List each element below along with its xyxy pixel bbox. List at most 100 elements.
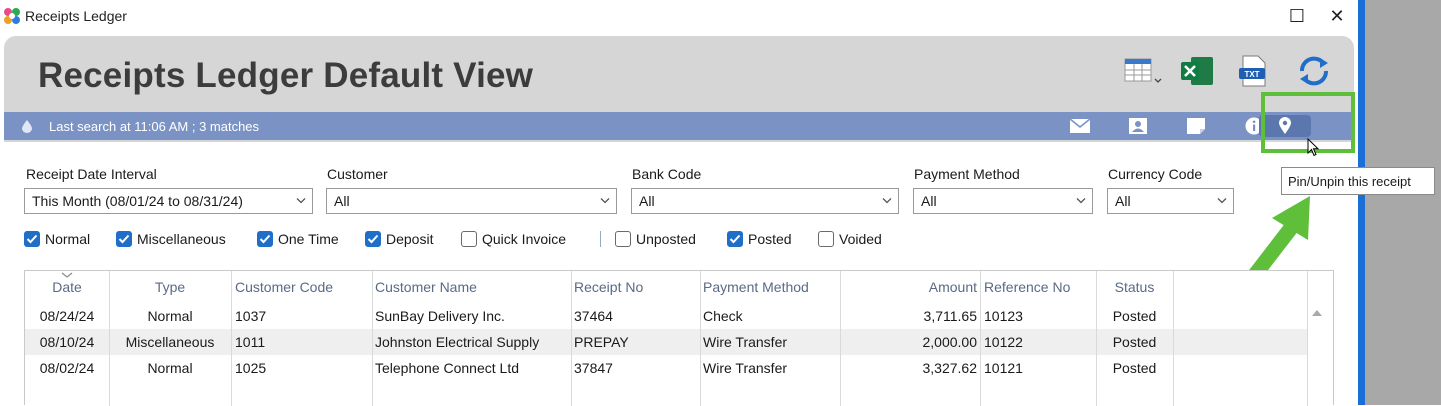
contact-button[interactable] [1126, 116, 1150, 136]
columns-menu-icon [1124, 58, 1162, 83]
window-title: Receipts Ledger [25, 8, 127, 24]
close-button[interactable]: ✕ [1319, 4, 1355, 28]
checkbox-label: Quick Invoice [482, 231, 567, 247]
cell-amount: 3,327.62 [922, 360, 978, 376]
checkmark-icon [116, 231, 132, 247]
payment-method-label: Payment Method [914, 166, 1020, 182]
desktop-background [1365, 0, 1441, 405]
bank-code-value: All [639, 193, 655, 209]
table-row[interactable]: 08/10/24 Miscellaneous 1011 Johnston Electr… [25, 329, 1307, 355]
column-divider [700, 271, 701, 406]
cell-receipt-no: 37464 [574, 308, 613, 324]
page-title: Receipts Ledger Default View [38, 56, 534, 95]
checkbox-posted[interactable]: Posted [727, 229, 792, 249]
chevron-down-icon [296, 198, 306, 204]
maximize-icon: ☐ [1288, 5, 1306, 26]
payment-method-select[interactable]: All [913, 188, 1093, 214]
sort-indicator-icon [61, 272, 73, 278]
checkbox-label: Unposted [636, 231, 696, 247]
column-divider [1307, 271, 1308, 406]
txt-export-button[interactable]: TXT [1233, 52, 1273, 90]
table-row[interactable]: 08/02/24 Normal 1025 Telephone Connect Ltd 3… [25, 355, 1307, 381]
column-divider [372, 271, 373, 406]
column-header-customer-name[interactable]: Customer Name [375, 271, 571, 303]
cell-customer-name: Telephone Connect Ltd [375, 360, 519, 376]
txt-export-icon: TXT [1239, 55, 1266, 87]
excel-export-button[interactable] [1177, 52, 1217, 90]
cell-date: 08/10/24 [39, 334, 95, 350]
checkbox-miscellaneous[interactable]: Miscellaneous [116, 229, 226, 249]
column-divider [231, 271, 232, 406]
scroll-up-icon[interactable] [1311, 309, 1323, 317]
cell-date: 08/24/24 [39, 308, 95, 324]
checkbox-normal[interactable]: Normal [24, 229, 90, 249]
customer-select[interactable]: All [326, 188, 617, 214]
cell-reference-no: 10123 [984, 308, 1023, 324]
column-header-receipt-no[interactable]: Receipt No [574, 271, 700, 303]
chevron-down-icon [1217, 198, 1227, 204]
checkbox-label: One Time [278, 231, 339, 247]
checkbox-one-time[interactable]: One Time [257, 229, 339, 249]
column-header-customer-code[interactable]: Customer Code [235, 271, 372, 303]
columns-menu-button[interactable] [1122, 52, 1162, 90]
cell-receipt-no: PREPAY [574, 334, 629, 350]
cell-customer-name: Johnston Electrical Supply [375, 334, 540, 350]
column-header-amount[interactable]: Amount [840, 271, 977, 303]
cell-status: Posted [1112, 334, 1157, 350]
cell-receipt-no: 37847 [574, 360, 613, 376]
checkbox-label: Normal [45, 231, 91, 247]
bank-code-select[interactable]: All [631, 188, 899, 214]
checkbox-label: Deposit [386, 231, 434, 247]
note-button[interactable] [1184, 116, 1208, 136]
app-logo-icon [4, 8, 20, 24]
column-header-reference-no[interactable]: Reference No [984, 271, 1096, 303]
receipts-table: Date Type Customer Code Customer Name Receip… [24, 270, 1334, 406]
email-button[interactable] [1068, 116, 1092, 136]
column-header-type[interactable]: Type [109, 271, 231, 303]
status-bar: Last search at 11:06 AM ; 3 matches [4, 112, 1354, 140]
cell-amount: 3,711.65 [923, 308, 977, 324]
cell-customer-code: 1037 [235, 308, 267, 324]
checkbox-voided[interactable]: Voided [818, 229, 882, 249]
checkbox-deposit[interactable]: Deposit [365, 229, 433, 249]
table-row[interactable]: 08/24/24 Normal 1037 SunBay Delivery Inc. 37… [25, 303, 1307, 329]
receipt-date-interval-select[interactable]: This Month (08/01/24 to 08/31/24) [24, 188, 313, 214]
currency-code-select[interactable]: All [1107, 188, 1234, 214]
customer-label: Customer [327, 166, 388, 182]
chevron-down-icon [600, 198, 610, 204]
excel-export-icon [1181, 57, 1213, 85]
column-header-status[interactable]: Status [1096, 271, 1173, 303]
column-divider [1096, 271, 1097, 406]
mouse-cursor-icon [1307, 138, 1320, 157]
checkmark-icon [24, 231, 40, 247]
empty-checkbox-icon [461, 231, 477, 247]
checkbox-quick-invoice[interactable]: Quick Invoice [461, 229, 566, 249]
drop-icon [22, 120, 32, 133]
receipt-date-interval-label: Receipt Date Interval [26, 166, 157, 182]
checkbox-unposted[interactable]: Unposted [615, 229, 696, 249]
maximize-button[interactable]: ☐ [1279, 4, 1315, 28]
empty-checkbox-icon [615, 231, 631, 247]
chevron-down-icon [1076, 198, 1086, 204]
svg-text:TXT: TXT [1244, 70, 1259, 79]
window-border [1358, 0, 1365, 405]
currency-code-label: Currency Code [1108, 166, 1203, 182]
checkmark-icon [257, 231, 273, 247]
cell-type: Normal [147, 308, 193, 324]
column-divider [571, 271, 572, 406]
cell-customer-code: 1025 [235, 360, 267, 376]
column-header-payment-method[interactable]: Payment Method [703, 271, 840, 303]
checkbox-label: Voided [839, 231, 882, 247]
refresh-icon [1299, 56, 1329, 86]
cell-status: Posted [1112, 360, 1157, 376]
cell-payment-method: Check [703, 308, 743, 324]
column-divider [980, 271, 981, 406]
cell-customer-name: SunBay Delivery Inc. [375, 308, 505, 324]
column-divider [109, 271, 110, 406]
column-divider [1173, 271, 1174, 406]
close-icon: ✕ [1329, 5, 1345, 26]
cell-type: Miscellaneous [125, 334, 215, 350]
checkbox-label: Miscellaneous [137, 231, 226, 247]
refresh-button[interactable] [1294, 52, 1334, 90]
cell-payment-method: Wire Transfer [703, 360, 788, 376]
